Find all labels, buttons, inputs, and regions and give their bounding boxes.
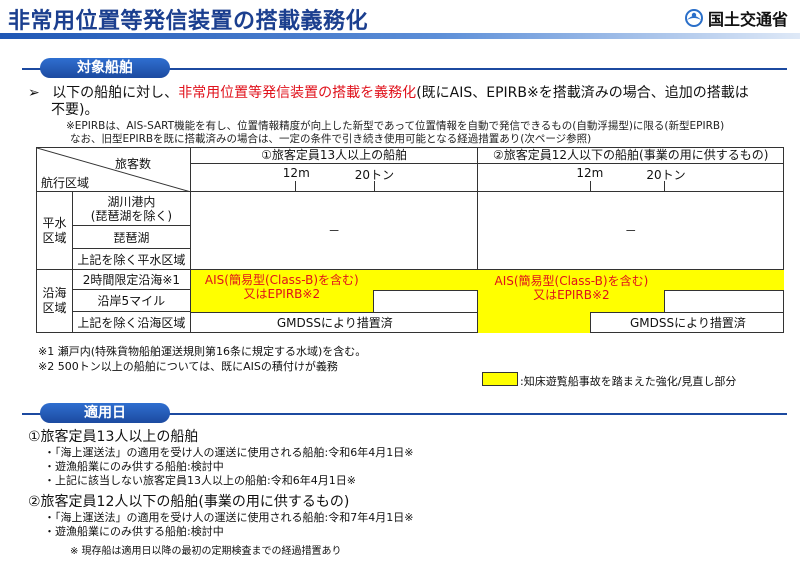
bullet-text-post: (既にAIS、EPIRB※を搭載済みの場合、追加の搭載は — [416, 85, 749, 101]
row-label-5-mile-coastal: 沿岸5マイル — [71, 289, 191, 312]
highlight-col2-bottom — [478, 312, 591, 333]
row-label-lakes-ports: 湖川港内 (琵琶湖を除く) — [71, 191, 191, 226]
bullet-line-1: ➢ 以下の船舶に対し、非常用位置等発信装置の搭載を義務化(既にAIS、EPIRB… — [28, 82, 749, 102]
section-tag-effective-date: 適用日 — [40, 403, 170, 423]
length-label-col2: 12m — [576, 166, 604, 180]
col-header-13-plus-label: ①旅客定員13人以上の船舶 — [190, 148, 478, 164]
requirement-table: 旅客数 航行区域 ①旅客定員13人以上の船舶 12m 20トン ②旅客定員12人… — [36, 147, 785, 333]
length-label-col1: 12m — [282, 166, 310, 180]
legend-label: :知床遊覧船事故を踏まえた強化/見直し部分 — [520, 375, 737, 388]
length-tick-col1 — [294, 181, 296, 191]
transition-note: ※ 現存船は適用日以降の最初の定期検査までの経過措置あり — [70, 546, 342, 557]
section-tag-target-vessels: 対象船舶 — [40, 58, 170, 78]
footnote-1: ※1 瀬戸内(特殊貨物船舶運送規則第16条に規定する水域)を含む。 — [38, 345, 367, 358]
cell-col1-flat-water: － — [189, 191, 479, 270]
length-tick-col2 — [590, 181, 592, 191]
gmdss-cell-col1: GMDSSにより措置済 — [190, 312, 479, 333]
corner-label-passengers: 旅客数 — [115, 157, 152, 171]
ministry-brand: 国土交通省 — [684, 6, 788, 30]
date-item-5: ・遊漁船業にのみ供する船舶:検討中 — [44, 525, 224, 538]
bullet-text-emphasis: 非常用位置等発信装置の搭載を義務化 — [178, 85, 417, 101]
col-header-12-minus: ②旅客定員12人以下の船舶(事業の用に供するもの) 12m 20トン — [477, 147, 784, 192]
bullet-marker: ➢ — [28, 85, 40, 101]
col-header-12-minus-label: ②旅客定員12人以下の船舶(事業の用に供するもの) — [478, 148, 783, 164]
ais-line1-col2: AIS(簡易型(Class-B)を含む) — [494, 274, 649, 288]
page-title: 非常用位置等発信装置の搭載義務化 — [8, 9, 369, 34]
footnote-2: ※2 500トン以上の船舶については、既にAISの積付けが義務 — [38, 360, 338, 373]
mlit-logo-icon — [684, 8, 704, 28]
corner-label-area: 航行区域 — [41, 176, 90, 190]
cell-col2-coastal: GMDSSにより措置済 AIS(簡易型(Class-B)を含む) 又はEPIRB… — [477, 269, 785, 333]
cell-col2-flat-water: － — [477, 191, 784, 270]
ais-line2-col1: 又はEPIRB※2 — [243, 287, 321, 301]
gmdss-cell-col2: GMDSSにより措置済 — [590, 312, 785, 333]
ais-line1-col1: AIS(簡易型(Class-B)を含む) — [204, 273, 359, 287]
legend-swatch — [482, 372, 518, 386]
tonnage-tick-col2 — [664, 181, 666, 191]
page-header: 非常用位置等発信装置の搭載義務化 国土交通省 — [0, 0, 800, 34]
bullet-line-2: 不要)。 — [51, 102, 99, 118]
title-underline — [0, 33, 800, 39]
table-corner-cell: 旅客数 航行区域 — [36, 147, 191, 192]
row-label-2h-coastal: 2時間限定沿海※1 — [71, 269, 191, 290]
row-group-coastal: 沿海 区域 — [36, 269, 73, 333]
cell-col1-coastal: AIS(簡易型(Class-B)を含む) 又はEPIRB※2 GMDSSにより措… — [189, 269, 479, 333]
row-group-flat-water: 平水 区域 — [36, 191, 73, 270]
step-border-col1 — [372, 290, 479, 312]
ais-line2-col2: 又はEPIRB※2 — [533, 288, 610, 302]
epirb-note-2: なお、旧型EPIRBを既に搭載済みの場合は、一定の条件で引き続き使用可能となる経… — [70, 133, 592, 145]
tonnage-label-col2: 20トン — [646, 168, 686, 182]
row-label-other-coastal: 上記を除く沿海区域 — [71, 311, 191, 333]
tonnage-tick-col1 — [373, 181, 375, 191]
step-border-col2-a — [664, 290, 785, 312]
date-item-3: ・上記に該当しない旅客定員13人以上の船舶:令和6年4月1日※ — [44, 474, 356, 487]
ais-label-col1: AIS(簡易型(Class-B)を含む) 又はEPIRB※2 — [191, 273, 373, 301]
row-label-lake-biwa: 琵琶湖 — [71, 225, 191, 249]
row-label-other-flat-water: 上記を除く平水区域 — [71, 248, 191, 270]
date-heading-12-minus: ②旅客定員12人以下の船舶(事業の用に供するもの) — [28, 494, 350, 510]
ministry-name: 国土交通省 — [707, 10, 788, 29]
col-header-13-plus: ①旅客定員13人以上の船舶 12m 20トン — [189, 147, 479, 192]
ais-label-col2: AIS(簡易型(Class-B)を含む) 又はEPIRB※2 — [478, 274, 664, 302]
date-heading-13-plus: ①旅客定員13人以上の船舶 — [28, 429, 199, 445]
